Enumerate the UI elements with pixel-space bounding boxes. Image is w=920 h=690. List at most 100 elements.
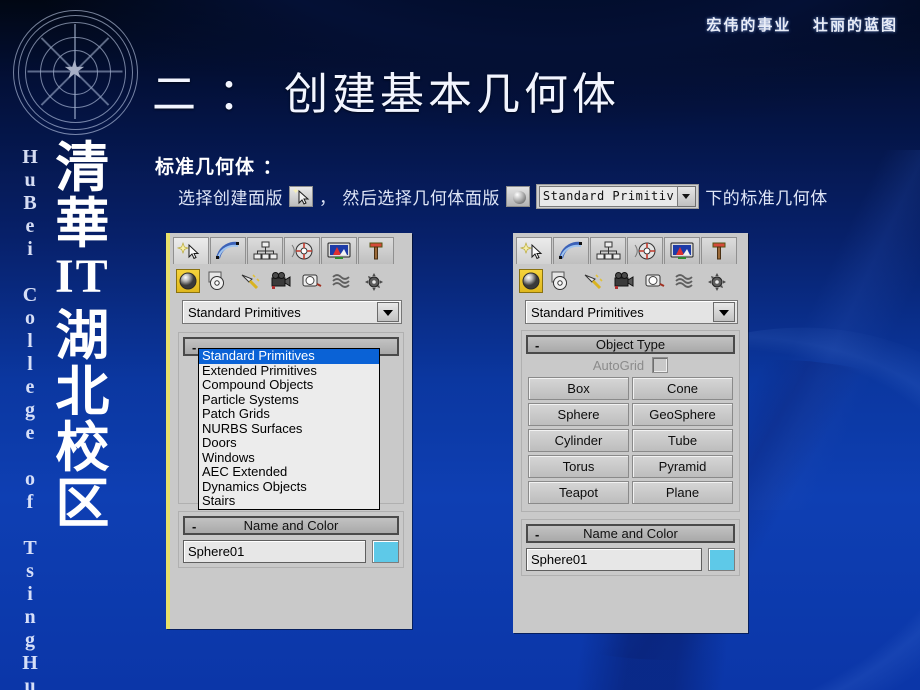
dropdown-item-dynamics-objects[interactable]: Dynamics Objects: [199, 479, 379, 495]
seal-star-icon: ★: [63, 56, 86, 84]
max-command-panel-right: Standard Primitives - Object Type AutoGr…: [513, 233, 748, 633]
tab-hierarchy[interactable]: [247, 237, 283, 264]
category-systems[interactable]: [362, 269, 386, 293]
autogrid-checkbox[interactable]: [652, 357, 669, 373]
tab-create[interactable]: [173, 237, 209, 264]
sphere-icon: [522, 272, 540, 290]
object-name-field-right[interactable]: Sphere01: [526, 548, 702, 571]
tape-measure-icon: [302, 274, 322, 287]
object-button-box[interactable]: Box: [528, 377, 629, 400]
tab-hierarchy[interactable]: [590, 237, 626, 264]
lights-icon: [584, 274, 603, 290]
geometry-panel-icon: [505, 186, 530, 207]
category-cameras[interactable]: [612, 269, 636, 293]
body-instruction-line: 选择创建面版 ✦ ， 然后选择几何体面版 Standard Primitiv 下…: [178, 184, 828, 209]
dropdown-item-particle-systems[interactable]: Particle Systems: [199, 392, 379, 408]
hierarchy-tree-icon: [596, 241, 621, 260]
name-and-color-title-left: Name and Color: [243, 518, 339, 533]
collapse-icon[interactable]: -: [535, 338, 539, 353]
category-geometry[interactable]: [519, 269, 543, 293]
name-and-color-rollout-left: - Name and Color Sphere01: [178, 511, 404, 568]
dropdown-item-nurbs-surfaces[interactable]: NURBS Surfaces: [199, 421, 379, 437]
object-button-cylinder[interactable]: Cylinder: [528, 429, 629, 452]
object-type-title: Object Type: [595, 337, 666, 352]
vb-char-2: 華: [55, 191, 110, 255]
sphere-glyph: [512, 191, 526, 204]
inline-primitives-dropdown[interactable]: Standard Primitiv: [535, 184, 700, 209]
dropdown-item-doors[interactable]: Doors: [199, 435, 379, 451]
shapes-icon: [208, 271, 224, 290]
cursor-arrow-icon: [298, 189, 310, 205]
gear-icon: [365, 273, 383, 291]
collapse-icon[interactable]: -: [192, 340, 196, 355]
object-button-torus[interactable]: Torus: [528, 455, 629, 478]
category-helpers[interactable]: [300, 269, 324, 293]
collapse-icon[interactable]: -: [535, 527, 539, 542]
chevron-down-icon[interactable]: [713, 302, 735, 322]
body-text-part1: 选择创建面版: [178, 189, 283, 209]
category-systems[interactable]: [705, 269, 729, 293]
name-and-color-rollout-right: - Name and Color Sphere01: [521, 519, 740, 576]
primitives-dropdown-list[interactable]: Standard Primitives Extended Primitives …: [198, 348, 380, 510]
chevron-down-icon[interactable]: [377, 302, 399, 322]
dropdown-item-aec-extended[interactable]: AEC Extended: [199, 464, 379, 480]
vb-char-1: 清: [55, 135, 110, 199]
category-cameras[interactable]: [269, 269, 293, 293]
lights-icon: [241, 274, 260, 290]
object-button-teapot[interactable]: Teapot: [528, 481, 629, 504]
object-button-geosphere[interactable]: GeoSphere: [632, 403, 733, 426]
object-type-header-right[interactable]: - Object Type: [526, 335, 735, 354]
primitives-combobox-right[interactable]: Standard Primitives: [525, 300, 738, 324]
tab-display[interactable]: [321, 237, 357, 264]
object-button-pyramid[interactable]: Pyramid: [632, 455, 733, 478]
slide-header-text: 宏伟的事业 壮丽的蓝图: [706, 16, 898, 34]
inline-dropdown-value: Standard Primitiv: [538, 186, 679, 207]
category-space-warps[interactable]: [331, 269, 355, 293]
object-color-swatch-left[interactable]: [372, 540, 399, 563]
tab-modify[interactable]: [553, 237, 589, 264]
category-geometry[interactable]: [176, 269, 200, 293]
tab-utilities[interactable]: [358, 237, 394, 264]
tab-motion[interactable]: [627, 237, 663, 264]
object-button-cone[interactable]: Cone: [632, 377, 733, 400]
primitives-combo-wrap-left: Standard Primitives: [170, 298, 412, 324]
tab-utilities[interactable]: [701, 237, 737, 264]
collapse-icon[interactable]: -: [192, 519, 196, 534]
category-buttons-left: [170, 264, 412, 298]
dropdown-item-patch-grids[interactable]: Patch Grids: [199, 406, 379, 422]
category-helpers[interactable]: [643, 269, 667, 293]
dropdown-item-windows[interactable]: Windows: [199, 450, 379, 466]
category-space-warps[interactable]: [674, 269, 698, 293]
category-lights[interactable]: [238, 269, 262, 293]
object-color-swatch-right[interactable]: [708, 548, 735, 571]
vb-char-5: 北: [55, 359, 110, 423]
category-lights[interactable]: [581, 269, 605, 293]
tab-modify[interactable]: [210, 237, 246, 264]
primitives-combobox-left[interactable]: Standard Primitives: [182, 300, 402, 324]
slide-title: 二 ： 创建基本几何体: [152, 69, 620, 120]
tab-motion[interactable]: [284, 237, 320, 264]
category-shapes[interactable]: [207, 269, 231, 293]
command-panel-tabs-right: [513, 233, 748, 264]
category-shapes[interactable]: [550, 269, 574, 293]
object-button-tube[interactable]: Tube: [632, 429, 733, 452]
name-and-color-title-right: Name and Color: [583, 526, 678, 541]
object-button-sphere[interactable]: Sphere: [528, 403, 629, 426]
waves-icon: [332, 274, 350, 288]
dropdown-item-standard-primitives[interactable]: Standard Primitives: [199, 348, 379, 364]
name-and-color-header-left[interactable]: - Name and Color: [183, 516, 399, 535]
vertical-banner-english: HuBei College of TsingHua IT: [19, 146, 41, 690]
primitives-combo-wrap-right: Standard Primitives: [513, 298, 748, 324]
dropdown-item-stairs[interactable]: Stairs: [199, 493, 379, 509]
dropdown-item-extended-primitives[interactable]: Extended Primitives: [199, 363, 379, 379]
tab-create[interactable]: [516, 237, 552, 264]
dropdown-item-compound-objects[interactable]: Compound Objects: [199, 377, 379, 393]
name-and-color-header-right[interactable]: - Name and Color: [526, 524, 735, 543]
body-text-part3: 下的标准几何体: [705, 189, 828, 209]
object-button-plane[interactable]: Plane: [632, 481, 733, 504]
tab-display[interactable]: [664, 237, 700, 264]
camera-icon: [271, 272, 291, 289]
object-name-field-left[interactable]: Sphere01: [183, 540, 366, 563]
sphere-icon: [179, 272, 197, 290]
chevron-down-icon[interactable]: [678, 186, 697, 207]
